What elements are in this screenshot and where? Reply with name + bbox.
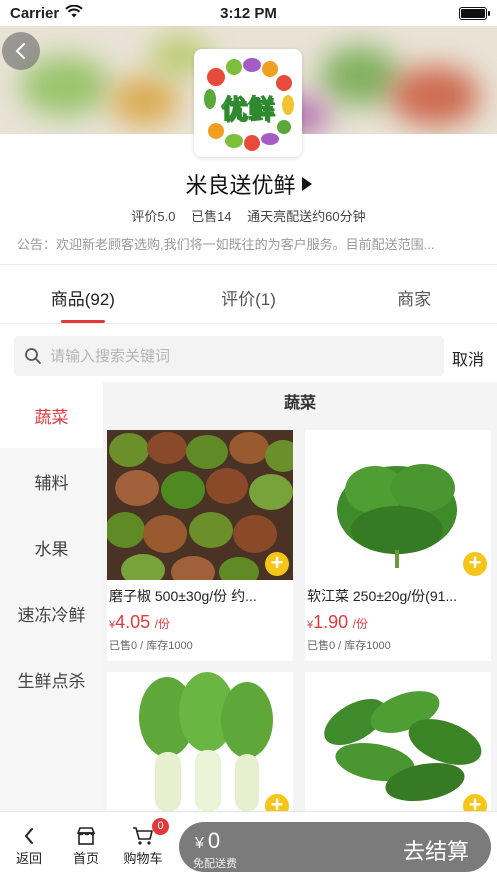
checkout-bar[interactable]: ¥0 免配送费 去结算 bbox=[179, 822, 491, 872]
shop-rating: 评价5.0 bbox=[131, 209, 176, 224]
product-name: 磨子椒 500±30g/份 约... bbox=[109, 588, 257, 604]
shop-name: 米良送优鲜 bbox=[185, 173, 296, 198]
product-card[interactable]: + 磨子椒 500±30g/份 约... ¥4.05 /份 已售0 / 库存10… bbox=[107, 430, 293, 661]
shop-delivery: 通天亮配送约60分钟 bbox=[247, 209, 366, 224]
category-fruits[interactable]: 水果 bbox=[0, 514, 103, 580]
cancel-button[interactable]: 取消 bbox=[452, 346, 484, 370]
product-list: 蔬菜 + 磨子椒 500±30g/份 约... ¥4.05 /份 已售0 / 库… bbox=[103, 382, 497, 812]
home-button[interactable]: 首页 bbox=[61, 824, 111, 867]
add-to-cart-button[interactable]: + bbox=[463, 552, 487, 576]
free-delivery-label: 免配送费 bbox=[193, 858, 237, 870]
back-label: 返回 bbox=[15, 851, 42, 866]
product-price: ¥4.05 /份 bbox=[109, 612, 170, 632]
peppers-image bbox=[107, 430, 293, 580]
search-icon bbox=[25, 348, 41, 364]
product-card[interactable]: + bbox=[305, 672, 491, 812]
back-button[interactable] bbox=[2, 32, 40, 70]
shop-stats: 评价5.0 已售14 通天亮配送约60分钟 bbox=[0, 206, 497, 225]
chevron-left-icon bbox=[15, 43, 25, 59]
category-frozen[interactable]: 速冻冷鲜 bbox=[0, 580, 103, 646]
product-name: 软江菜 250±20g/份(91... bbox=[307, 588, 458, 604]
add-to-cart-button[interactable]: + bbox=[265, 552, 289, 576]
status-bar: Carrier 3:12 PM bbox=[0, 0, 497, 26]
search-row: 取消 bbox=[0, 324, 497, 382]
cart-icon bbox=[133, 827, 153, 845]
search-box[interactable] bbox=[14, 336, 444, 376]
store-icon bbox=[76, 827, 96, 845]
bottom-bar: 返回 首页 购物车 0 ¥0 免配送费 去结算 bbox=[0, 811, 497, 883]
category-seasonings[interactable]: 辅料 bbox=[0, 448, 103, 514]
product-image: + bbox=[107, 672, 293, 812]
cart-button[interactable]: 购物车 0 bbox=[118, 818, 169, 867]
shop-sold: 已售14 bbox=[191, 209, 232, 224]
tab-merchant[interactable]: 商家 bbox=[331, 265, 497, 323]
product-card[interactable]: + bbox=[107, 672, 293, 812]
greens-image bbox=[305, 430, 491, 580]
logo-text: 优鲜 bbox=[220, 94, 275, 125]
product-image: + bbox=[305, 672, 491, 812]
leafy-greens-image bbox=[305, 672, 491, 812]
battery-icon bbox=[459, 6, 490, 20]
cart-label: 购物车 bbox=[123, 851, 163, 866]
category-sidebar: 蔬菜 辅料 水果 速冻冷鲜 生鲜点杀 bbox=[0, 382, 103, 812]
checkout-button[interactable]: 去结算 bbox=[403, 834, 469, 866]
back-nav-button[interactable]: 返回 bbox=[4, 824, 54, 867]
product-image: + bbox=[107, 430, 293, 580]
category-fresh-kill[interactable]: 生鲜点杀 bbox=[0, 646, 103, 712]
bok-choy-image bbox=[107, 672, 293, 812]
cart-total: ¥0 bbox=[195, 828, 221, 853]
add-to-cart-button[interactable]: + bbox=[463, 794, 487, 812]
shop-name-row[interactable]: 米良送优鲜 bbox=[0, 168, 497, 200]
category-vegetables[interactable]: 蔬菜 bbox=[0, 382, 103, 448]
product-price: ¥1.90 /份 bbox=[307, 612, 368, 632]
category-title: 蔬菜 bbox=[283, 395, 316, 412]
tab-bar: 商品(92) 评价(1) 商家 bbox=[0, 265, 497, 323]
tab-reviews[interactable]: 评价(1) bbox=[166, 265, 332, 323]
product-image: + bbox=[305, 430, 491, 580]
wifi-icon bbox=[65, 4, 83, 22]
shop-notice[interactable]: 公告：欢迎新老顾客选购,我们将一如既往的为客户服务。目前配送范围... bbox=[17, 234, 485, 253]
chevron-left-icon bbox=[24, 828, 33, 844]
product-stock: 已售0 / 库存1000 bbox=[109, 640, 193, 652]
carrier-label: Carrier bbox=[10, 4, 60, 22]
cart-count-badge: 0 bbox=[152, 818, 169, 835]
search-input[interactable] bbox=[50, 347, 410, 365]
tab-products[interactable]: 商品(92) bbox=[0, 265, 166, 323]
product-card[interactable]: + 软江菜 250±20g/份(91... ¥1.90 /份 已售0 / 库存1… bbox=[305, 430, 491, 661]
shop-logo: 优鲜 bbox=[194, 49, 302, 157]
home-label: 首页 bbox=[72, 851, 99, 866]
product-stock: 已售0 / 库存1000 bbox=[307, 640, 391, 652]
caret-right-icon bbox=[301, 177, 312, 191]
add-to-cart-button[interactable]: + bbox=[265, 794, 289, 812]
